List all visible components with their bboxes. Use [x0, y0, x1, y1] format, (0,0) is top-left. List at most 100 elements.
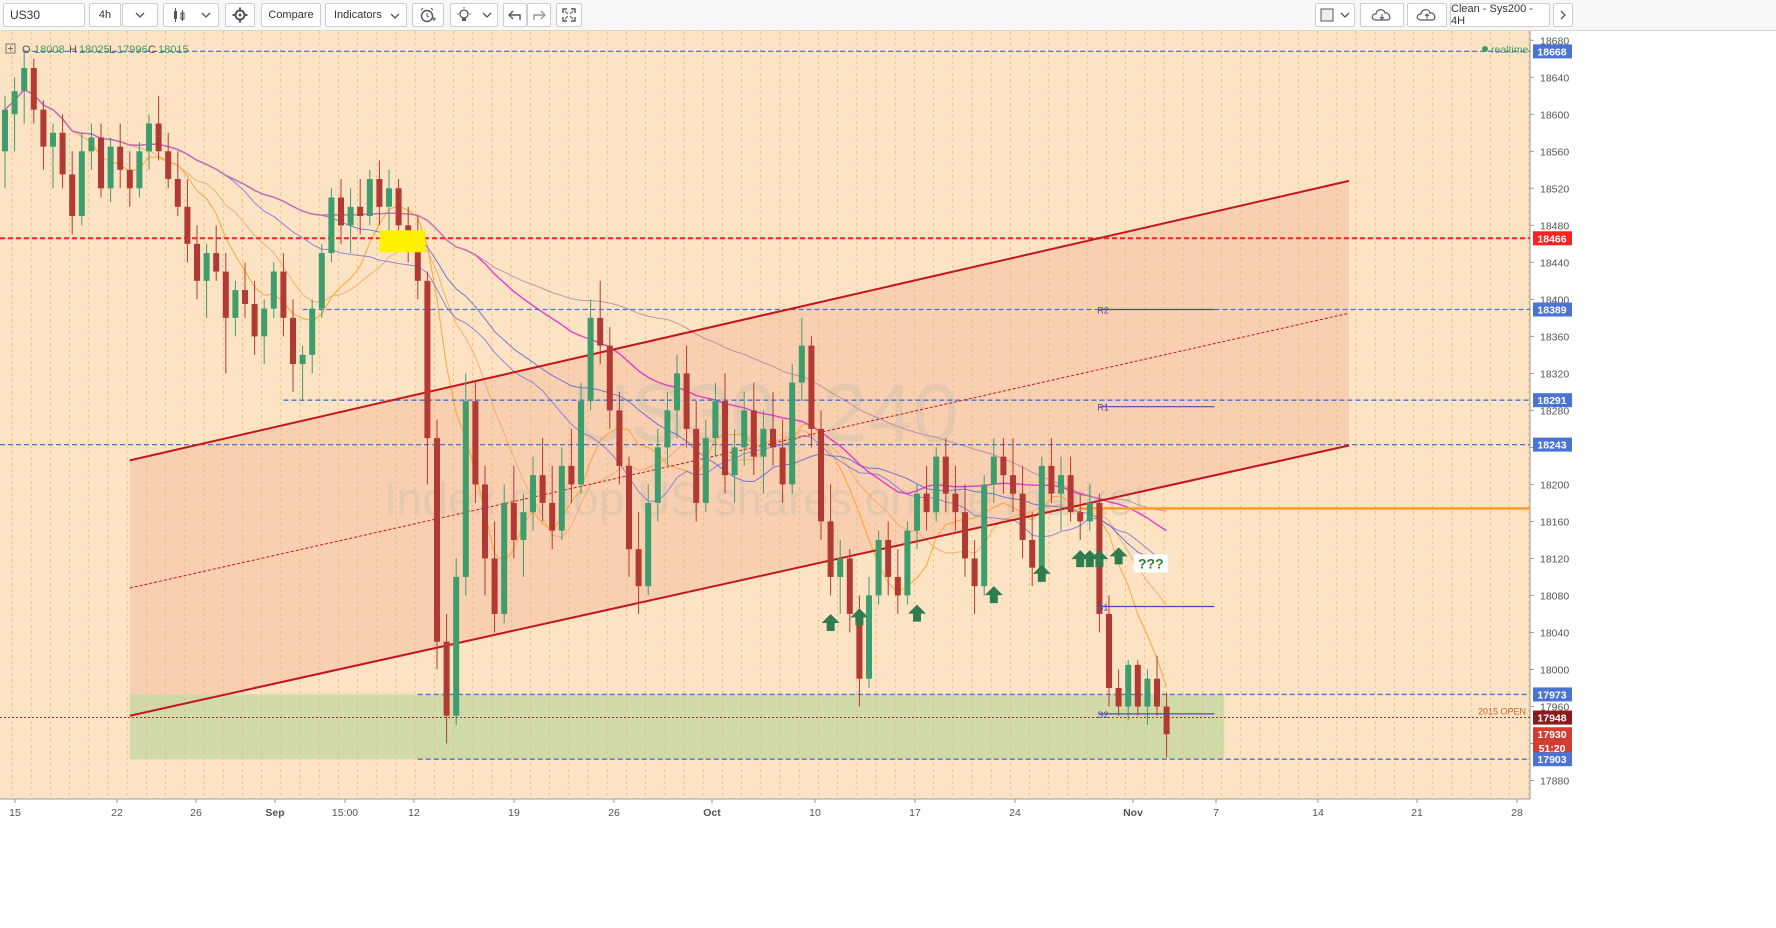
candle-body: [760, 428, 767, 457]
candle-body: [616, 410, 623, 466]
candle-body: [1106, 613, 1112, 688]
price-label: 18291: [1537, 395, 1566, 407]
candle-body: [78, 151, 85, 217]
candle-body: [213, 253, 220, 272]
y-tick-label: 18600: [1540, 109, 1569, 121]
x-tick-label: 15:00: [332, 807, 358, 819]
candle-body: [1038, 465, 1045, 568]
candle-body: [990, 456, 997, 485]
candle: [818, 410, 824, 540]
save-layout-button[interactable]: [1407, 3, 1447, 27]
interval-select[interactable]: 4h: [89, 3, 121, 27]
candle-body: [1048, 465, 1055, 494]
indicators-button[interactable]: Indicators: [325, 3, 407, 27]
interval-dropdown[interactable]: [122, 3, 158, 27]
candle-body: [88, 137, 95, 152]
layout-name[interactable]: Clean - Sys200 - 4H: [1450, 3, 1550, 27]
candle-body: [376, 179, 383, 207]
candle-body: [270, 271, 277, 309]
compare-button[interactable]: Compare: [261, 3, 321, 27]
candle-body: [491, 558, 498, 614]
y-tick-label: 18160: [1540, 516, 1569, 528]
top-toolbar: US30 4h Compare Indicators Clean - Sys20…: [0, 0, 1776, 31]
candle-body: [11, 91, 18, 115]
candle-body: [885, 539, 892, 577]
y-tick-label: 18200: [1540, 479, 1569, 491]
candle-body: [846, 558, 853, 614]
x-tick-label: 26: [190, 807, 202, 819]
price-chart[interactable]: US30, 240 Index of top US shares on the …: [0, 31, 1776, 925]
candle-body: [328, 197, 335, 254]
candle-body: [126, 169, 133, 189]
chevron-right-icon: [1560, 10, 1566, 20]
fullscreen-icon: [562, 8, 576, 22]
x-tick-label: Sep: [265, 807, 284, 819]
ohlc-close-value: 18015: [158, 44, 189, 56]
candle-body: [117, 146, 124, 170]
undo-button[interactable]: [503, 3, 527, 27]
y-tick-label: 18120: [1540, 553, 1569, 565]
undo-icon: [508, 9, 522, 21]
load-layout-button[interactable]: [1360, 3, 1404, 27]
candle-body: [184, 206, 191, 244]
candle-body: [318, 253, 325, 309]
candle-body: [107, 146, 114, 189]
x-tick-label: 26: [608, 807, 620, 819]
ohlc-low-label: L: [109, 44, 115, 56]
y-tick-label: 18440: [1540, 257, 1569, 269]
x-tick-label: 17: [909, 807, 921, 819]
candle-body: [808, 345, 815, 429]
candle-body: [827, 521, 834, 577]
candle-body: [674, 373, 680, 411]
candle-body: [952, 493, 959, 513]
candle-body: [962, 512, 968, 559]
candle-body: [702, 438, 709, 503]
ideas-button[interactable]: [450, 3, 498, 27]
candle-body: [155, 123, 162, 152]
candle-body: [606, 345, 613, 411]
time-axis-background: [0, 799, 1530, 925]
pivot-label: R2: [1097, 306, 1109, 316]
price-axis-background: [1530, 31, 1776, 925]
candle-body: [1010, 475, 1016, 494]
chart-type-button[interactable]: [163, 3, 219, 27]
x-tick-label: Nov: [1123, 807, 1143, 819]
candle-body: [462, 401, 469, 577]
support-zone: [129, 694, 1225, 760]
gear-icon: [232, 7, 248, 23]
candle-body: [1077, 512, 1084, 522]
chart-area[interactable]: US30, 240 Index of top US shares on the …: [0, 31, 1776, 925]
candle-body: [290, 317, 296, 365]
candle: [328, 188, 335, 263]
lightbulb-icon: [456, 7, 472, 23]
layout-scroll-right[interactable]: [1553, 3, 1573, 27]
candle-body: [357, 206, 364, 217]
candle-body: [539, 475, 546, 503]
y-tick-label: 18560: [1540, 146, 1569, 158]
candle-body: [2, 109, 8, 152]
alert-button[interactable]: [412, 3, 444, 27]
price-label: 17973: [1537, 689, 1566, 701]
candle-body: [789, 382, 796, 485]
candle-body: [40, 109, 47, 147]
candle-body: [626, 465, 632, 550]
candle-body: [971, 558, 978, 587]
settings-button[interactable]: [225, 3, 255, 27]
candle-body: [395, 188, 402, 226]
symbol-search[interactable]: US30: [3, 3, 85, 27]
template-select[interactable]: [1315, 3, 1355, 27]
chevron-down-icon: [482, 12, 492, 18]
ohlc-high-label: H: [69, 44, 77, 56]
candle-body: [520, 512, 527, 540]
candle-body: [453, 576, 460, 716]
redo-icon: [532, 9, 546, 21]
candle-body: [530, 475, 536, 513]
x-tick-label: 24: [1009, 807, 1021, 819]
candle-body: [722, 401, 728, 476]
redo-button[interactable]: [527, 3, 551, 27]
candle-body: [1115, 687, 1122, 707]
candle-body: [242, 290, 248, 304]
x-tick-label: 7: [1213, 807, 1219, 819]
candle-body: [424, 280, 431, 439]
fullscreen-button[interactable]: [556, 3, 582, 27]
